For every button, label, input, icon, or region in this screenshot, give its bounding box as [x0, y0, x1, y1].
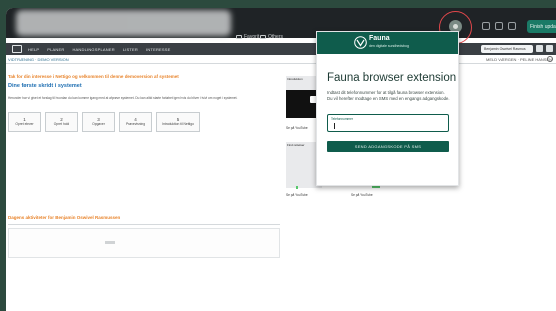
phone-input[interactable] [330, 121, 446, 131]
browser-toolbar: Favorit Others Finish update [6, 8, 556, 44]
brand-subtitle: den digitale sundhedsbog [369, 44, 409, 48]
intro-paragraph: Herunder har vi givet et forslag til hvo… [8, 96, 238, 100]
nav-item-help[interactable]: HELP [28, 47, 39, 52]
text-caret [334, 123, 335, 129]
steps-row: 1 Opret elever 2 Opret hold 3 Opgaver 4 … [8, 112, 200, 132]
nav-item-interesse[interactable]: INTERESSE [146, 47, 170, 52]
brand-name: Fauna [369, 35, 390, 42]
popup-description: Indtast dit telefonnummer for at tilgå f… [327, 90, 450, 101]
activities-heading: Dagens aktiviteter for Benjamin Oswivel … [8, 215, 121, 220]
breadcrumb-right[interactable]: MELD VÆRGEN · PELINE HANSEN [486, 57, 552, 62]
step-box[interactable]: 1 Opret elever [8, 112, 41, 132]
fauna-extension-popup: Fauna den digitale sundhedsbog Fauna bro… [316, 31, 459, 186]
popup-header: Fauna den digitale sundhedsbog [317, 32, 458, 54]
phone-field[interactable]: Telefonnummer [327, 114, 449, 132]
download-icon[interactable] [482, 22, 490, 30]
step-box[interactable]: 5 Introduktion til Nettigo [156, 112, 200, 132]
fauna-logo-icon [354, 36, 367, 49]
app-navigation: HELP PLANER HANDLINGSPLANER LISTER INTER… [6, 43, 556, 55]
video-caption[interactable]: Se på YouTube [351, 193, 373, 197]
steps-heading: Dine første skridt i systemet [8, 83, 82, 89]
bookmark-favorit[interactable]: Favorit [236, 34, 259, 40]
folder-icon [236, 35, 242, 39]
bookmark-others[interactable]: Others [260, 34, 283, 40]
monitor-icon[interactable] [12, 45, 22, 53]
settings-icon[interactable] [536, 45, 543, 52]
video-caption[interactable]: Se på YouTube [286, 193, 308, 197]
placeholder-bar [105, 241, 115, 244]
step-box[interactable]: 4 Prøvevisning [119, 112, 152, 132]
search-icon[interactable] [547, 56, 553, 62]
step-box[interactable]: 2 Opret hold [45, 112, 78, 132]
send-sms-button[interactable]: SEND ADGANGSKODE PÅ SMS [327, 141, 449, 152]
nav-item-planer[interactable]: PLANER [47, 47, 64, 52]
browser-window: Favorit Others Finish update HELP PLANER… [6, 8, 556, 311]
folder-icon [260, 35, 266, 39]
step-box[interactable]: 3 Opgaver [82, 112, 115, 132]
nav-item-handlingsplaner[interactable]: HANDLINGSPLANER [72, 47, 114, 52]
extensions-icon[interactable] [495, 22, 503, 30]
browser-tab-blurred[interactable] [16, 10, 231, 36]
welcome-text: Tak for din interesse i Nettigo og velko… [8, 74, 179, 79]
activities-panel [8, 228, 280, 258]
breadcrumb-left: VIDTRÆNING · DEMO VERSION [8, 57, 69, 62]
update-button[interactable]: Finish update [527, 20, 556, 33]
logout-icon[interactable] [546, 45, 553, 52]
user-menu[interactable]: Benjamin Oswivel Rasmus [481, 45, 533, 53]
video-caption[interactable]: Se på YouTube [286, 126, 308, 130]
popup-title: Fauna browser extension [327, 72, 457, 84]
breadcrumb: VIDTRÆNING · DEMO VERSION MELD VÆRGEN · … [6, 55, 556, 64]
share-icon[interactable] [508, 22, 516, 30]
nav-item-lister[interactable]: LISTER [123, 47, 138, 52]
divider [8, 224, 280, 225]
